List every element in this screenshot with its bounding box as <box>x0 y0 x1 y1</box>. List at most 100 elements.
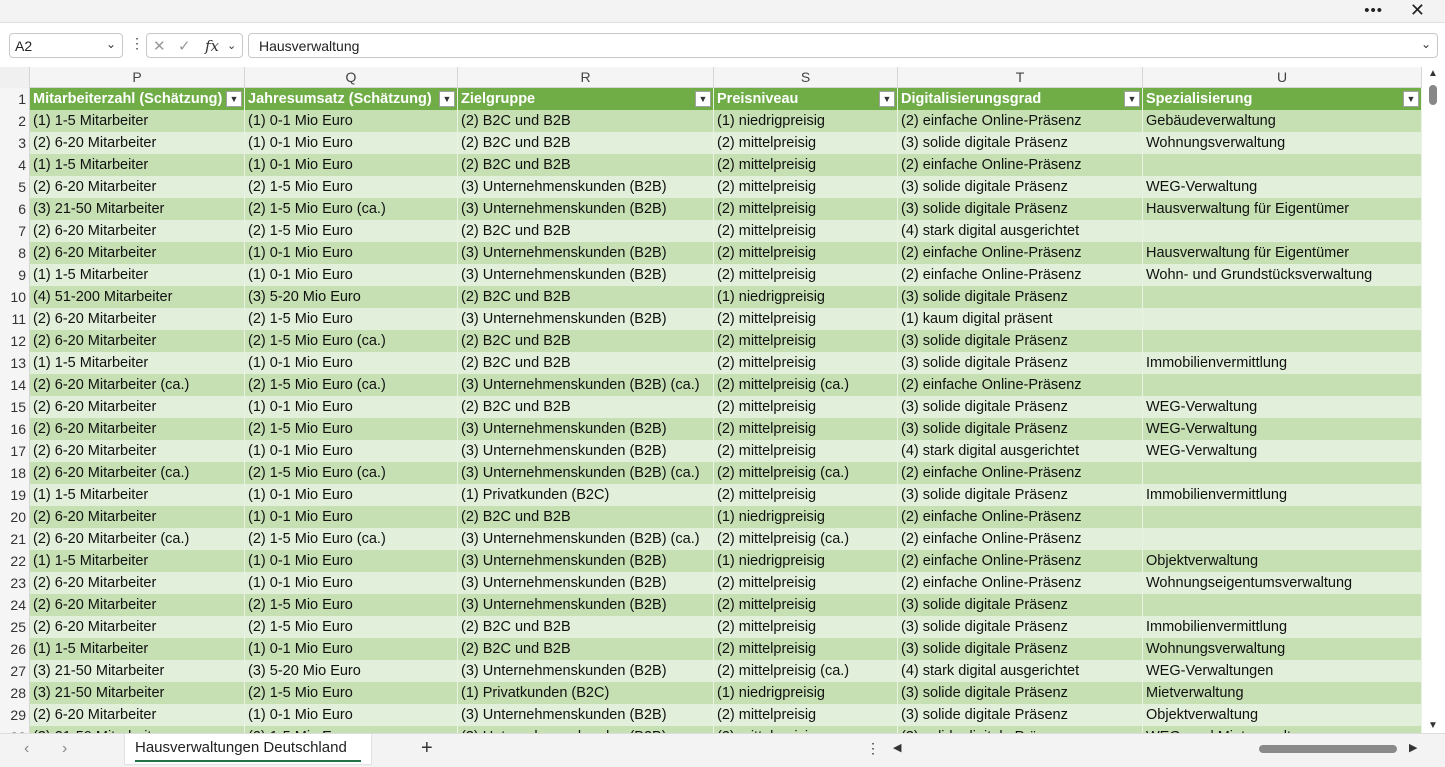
cell-target-group[interactable]: (1) Privatkunden (B2C) <box>458 484 714 506</box>
cell-target-group[interactable]: (2) B2C und B2B <box>458 132 714 154</box>
cell-revenue[interactable]: (1) 0-1 Mio Euro <box>245 484 458 506</box>
cell-specialization[interactable] <box>1143 594 1422 616</box>
cell-target-group[interactable]: (2) B2C und B2B <box>458 352 714 374</box>
row-number[interactable]: 15 <box>0 396 30 418</box>
cell-target-group[interactable]: (3) Unternehmenskunden (B2B) <box>458 198 714 220</box>
cell-digitalization[interactable]: (3) solide digitale Präsenz <box>898 176 1143 198</box>
cell-revenue[interactable]: (1) 0-1 Mio Euro <box>245 506 458 528</box>
row-number[interactable]: 26 <box>0 638 30 660</box>
filter-dropdown-icon[interactable]: ▼ <box>1403 91 1419 107</box>
row-number[interactable]: 13 <box>0 352 30 374</box>
cell-price-level[interactable]: (2) mittelpreisig <box>714 594 898 616</box>
cell-employees[interactable]: (2) 6-20 Mitarbeiter <box>30 176 245 198</box>
cell-specialization[interactable]: WEG- und Mietverwaltung <box>1143 726 1422 733</box>
cell-revenue[interactable]: (1) 0-1 Mio Euro <box>245 264 458 286</box>
next-sheet-icon[interactable]: › <box>62 740 67 758</box>
cell-employees[interactable]: (2) 6-20 Mitarbeiter <box>30 418 245 440</box>
column-header-u[interactable]: U <box>1143 67 1422 88</box>
cell-specialization[interactable] <box>1143 374 1422 396</box>
cell-target-group[interactable]: (2) B2C und B2B <box>458 638 714 660</box>
cell-employees[interactable]: (2) 6-20 Mitarbeiter <box>30 572 245 594</box>
cell-employees[interactable]: (1) 1-5 Mitarbeiter <box>30 154 245 176</box>
chevron-down-icon[interactable]: ⌄ <box>106 37 116 51</box>
cell-price-level[interactable]: (2) mittelpreisig <box>714 440 898 462</box>
cell-price-level[interactable]: (1) niedrigpreisig <box>714 682 898 704</box>
cell-specialization[interactable]: Hausverwaltung für Eigentümer <box>1143 198 1422 220</box>
cell-price-level[interactable]: (2) mittelpreisig <box>714 176 898 198</box>
cell-specialization[interactable] <box>1143 528 1422 550</box>
cell-specialization[interactable]: Wohnungsverwaltung <box>1143 132 1422 154</box>
row-number[interactable]: 21 <box>0 528 30 550</box>
cell-target-group[interactable]: (3) Unternehmenskunden (B2B) (ca.) <box>458 462 714 484</box>
filter-dropdown-icon[interactable]: ▼ <box>695 91 711 107</box>
cell-specialization[interactable] <box>1143 286 1422 308</box>
row-number[interactable]: 22 <box>0 550 30 572</box>
cell-specialization[interactable]: Wohnungsverwaltung <box>1143 638 1422 660</box>
cell-revenue[interactable]: (3) 5-20 Mio Euro <box>245 660 458 682</box>
more-options-icon[interactable]: ••• <box>1364 2 1383 19</box>
cell-specialization[interactable] <box>1143 330 1422 352</box>
header-cell-digitalization[interactable]: Digitalisierungsgrad ▼ <box>898 88 1143 110</box>
cell-specialization[interactable] <box>1143 154 1422 176</box>
filter-dropdown-icon[interactable]: ▼ <box>439 91 455 107</box>
row-number[interactable]: 14 <box>0 374 30 396</box>
cell-employees[interactable]: (1) 1-5 Mitarbeiter <box>30 352 245 374</box>
cell-revenue[interactable]: (2) 1-5 Mio Euro <box>245 176 458 198</box>
cell-employees[interactable]: (1) 1-5 Mitarbeiter <box>30 264 245 286</box>
cell-price-level[interactable]: (2) mittelpreisig <box>714 418 898 440</box>
cell-target-group[interactable]: (3) Unternehmenskunden (B2B) <box>458 704 714 726</box>
cell-price-level[interactable]: (2) mittelpreisig <box>714 638 898 660</box>
cell-digitalization[interactable]: (3) solide digitale Präsenz <box>898 638 1143 660</box>
cell-employees[interactable]: (2) 6-20 Mitarbeiter <box>30 396 245 418</box>
cell-target-group[interactable]: (3) Unternehmenskunden (B2B) (ca.) <box>458 528 714 550</box>
cell-revenue[interactable]: (1) 0-1 Mio Euro <box>245 638 458 660</box>
cell-price-level[interactable]: (2) mittelpreisig (ca.) <box>714 528 898 550</box>
cell-revenue[interactable]: (2) 1-5 Mio Euro <box>245 418 458 440</box>
cell-employees[interactable]: (3) 21-50 Mitarbeiter <box>30 660 245 682</box>
column-header-s[interactable]: S <box>714 67 898 88</box>
cell-digitalization[interactable]: (3) solide digitale Präsenz <box>898 682 1143 704</box>
row-number[interactable]: 2 <box>0 110 30 132</box>
cell-specialization[interactable]: Gebäudeverwaltung <box>1143 110 1422 132</box>
cell-target-group[interactable]: (3) Unternehmenskunden (B2B) <box>458 418 714 440</box>
column-header-q[interactable]: Q <box>245 67 458 88</box>
spreadsheet-grid[interactable]: P Q R S T U 1 Mitarbeiterzahl (Schätzung)… <box>0 67 1422 733</box>
cell-digitalization[interactable]: (4) stark digital ausgerichtet <box>898 660 1143 682</box>
cell-digitalization[interactable]: (1) kaum digital präsent <box>898 308 1143 330</box>
cell-revenue[interactable]: (2) 1-5 Mio Euro (ca.) <box>245 374 458 396</box>
cell-target-group[interactable]: (3) Unternehmenskunden (B2B) <box>458 308 714 330</box>
cell-digitalization[interactable]: (2) einfache Online-Präsenz <box>898 506 1143 528</box>
cell-digitalization[interactable]: (3) solide digitale Präsenz <box>898 352 1143 374</box>
vertical-dots-icon[interactable]: ⋮ <box>130 35 144 52</box>
cell-specialization[interactable] <box>1143 308 1422 330</box>
cell-digitalization[interactable]: (2) einfache Online-Präsenz <box>898 528 1143 550</box>
row-number[interactable]: 8 <box>0 242 30 264</box>
close-icon[interactable]: ✕ <box>1410 0 1425 21</box>
cell-specialization[interactable]: Wohnungseigentumsverwaltung <box>1143 572 1422 594</box>
cell-price-level[interactable]: (2) mittelpreisig <box>714 726 898 733</box>
row-number[interactable]: 17 <box>0 440 30 462</box>
cell-employees[interactable]: (2) 6-20 Mitarbeiter <box>30 242 245 264</box>
cell-revenue[interactable]: (1) 0-1 Mio Euro <box>245 396 458 418</box>
cell-digitalization[interactable]: (3) solide digitale Präsenz <box>898 616 1143 638</box>
cell-specialization[interactable]: Immobilienvermittlung <box>1143 484 1422 506</box>
scroll-down-icon[interactable]: ▼ <box>1428 720 1438 731</box>
cell-employees[interactable]: (2) 6-20 Mitarbeiter <box>30 220 245 242</box>
row-number[interactable]: 18 <box>0 462 30 484</box>
cell-digitalization[interactable]: (3) solide digitale Präsenz <box>898 594 1143 616</box>
cell-target-group[interactable]: (2) B2C und B2B <box>458 330 714 352</box>
cell-target-group[interactable]: (3) Unternehmenskunden (B2B) <box>458 594 714 616</box>
cell-target-group[interactable]: (3) Unternehmenskunden (B2B) <box>458 726 714 733</box>
row-number[interactable]: 7 <box>0 220 30 242</box>
cell-target-group[interactable]: (3) Unternehmenskunden (B2B) <box>458 440 714 462</box>
cell-price-level[interactable]: (2) mittelpreisig (ca.) <box>714 660 898 682</box>
cell-revenue[interactable]: (1) 0-1 Mio Euro <box>245 572 458 594</box>
cell-digitalization[interactable]: (2) einfache Online-Präsenz <box>898 154 1143 176</box>
row-number[interactable]: 1 <box>0 88 30 110</box>
row-number[interactable]: 25 <box>0 616 30 638</box>
cell-employees[interactable]: (2) 6-20 Mitarbeiter (ca.) <box>30 528 245 550</box>
cell-revenue[interactable]: (1) 0-1 Mio Euro <box>245 440 458 462</box>
row-number[interactable]: 24 <box>0 594 30 616</box>
cell-digitalization[interactable]: (2) einfache Online-Präsenz <box>898 462 1143 484</box>
cell-digitalization[interactable]: (2) einfache Online-Präsenz <box>898 242 1143 264</box>
